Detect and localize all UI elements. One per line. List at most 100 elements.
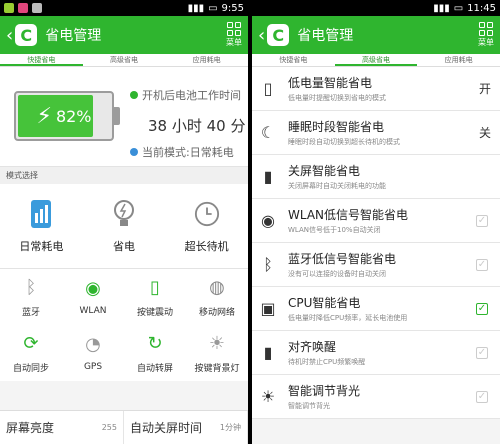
- mode-save-label: 省电: [113, 240, 135, 253]
- timeout-label: 自动关屏时间: [130, 421, 203, 435]
- toggle-auto-sync[interactable]: ⟳ 自动同步: [0, 325, 62, 381]
- title-bar: ‹ C 省电管理 菜单: [252, 16, 500, 54]
- tab-quick[interactable]: 快捷省电: [252, 54, 335, 66]
- list-item-cpu[interactable]: ▣ CPU智能省电 低电量时降低CPU频率，延长电池使用 ✓: [252, 287, 500, 331]
- brightness-setting[interactable]: 屏幕亮度 255: [0, 411, 124, 444]
- moon-screen-icon: ☾: [260, 123, 276, 142]
- back-button[interactable]: ‹: [6, 25, 13, 46]
- app-logo: C: [15, 24, 38, 46]
- state-value: 开: [478, 82, 491, 96]
- phone-icon: ▮: [263, 167, 273, 186]
- charging-bolt-icon: ⚡: [36, 103, 52, 129]
- rotate-icon: ↻: [147, 332, 163, 354]
- screen-timeout-setting[interactable]: 自动关屏时间 1分钟: [124, 411, 248, 444]
- menu-button[interactable]: 菜单: [226, 22, 242, 48]
- menu-label: 菜单: [226, 38, 242, 47]
- page-title: 省电管理: [45, 28, 102, 44]
- advanced-list: ▯ 低电量智能省电 低电量时提醒切换到省电的模式 开 ☾ 睡眠时段智能省电 睡眠时段…: [252, 67, 500, 419]
- mode-selector: 日常耗电 省电 超长待机: [0, 184, 248, 269]
- app-notification-icon: [4, 3, 14, 13]
- app-logo: C: [267, 24, 290, 46]
- wifi-icon: ◉: [261, 211, 275, 230]
- bottom-settings: 屏幕亮度 255 自动关屏时间 1分钟: [0, 410, 248, 444]
- list-item-sleep[interactable]: ☾ 睡眠时段智能省电 睡眠时段自动切换到超长待机的模式 关: [252, 111, 500, 155]
- sun-icon: ☀: [260, 387, 276, 406]
- clock: 11:45: [467, 2, 496, 14]
- list-item-screen-off[interactable]: ▮ 关屏智能省电 关闭屏幕时自动关闭耗电的功能: [252, 155, 500, 199]
- left-screen: ▮▮▮ ▭ 9:55 ‹ C 省电管理 菜单 快捷省电 高级省电 应用耗电 ⚡ …: [0, 0, 248, 444]
- battery-gauge: ⚡ 82%: [14, 91, 114, 141]
- checkbox[interactable]: ✓: [476, 390, 488, 403]
- vibrate-icon: ▯: [150, 276, 160, 298]
- tab-app-usage[interactable]: 应用耗电: [165, 54, 248, 66]
- brightness-label: 屏幕亮度: [6, 421, 55, 435]
- toggle-grid: ᛒ 蓝牙 ◉ WLAN ▯ 按键震动 ◍ 移动网络 ⟳ 自动同步 ◔ GPS ↻ 自动转屏 ☀…: [0, 269, 248, 381]
- current-mode-label: 当前模式:日常耗电: [142, 146, 234, 159]
- state-value: 关: [478, 126, 491, 140]
- tab-advanced[interactable]: 高级省电: [334, 54, 418, 66]
- brightness-value: 255: [101, 423, 117, 432]
- battery-panel: ⚡ 82% 开机后电池工作时间 38 小时 40 分 当前模式:日常耗电: [0, 67, 248, 167]
- checkbox[interactable]: ✓: [476, 346, 488, 359]
- status-bar: ▮▮▮ ▭ 11:45: [252, 0, 500, 16]
- list-item-bluetooth[interactable]: ᛒ 蓝牙低信号智能省电 没有可以连接的设备时自动关闭 ✓: [252, 243, 500, 287]
- tab-quick[interactable]: 快捷省电: [0, 54, 83, 66]
- title-bar: ‹ C 省电管理 菜单: [0, 16, 248, 54]
- sun-icon: ☀: [208, 332, 226, 354]
- list-item-wlan[interactable]: ◉ WLAN低信号智能省电 WLAN信号低于10%自动关闭 ✓: [252, 199, 500, 243]
- battery-duration: 38 小时 40 分: [148, 117, 246, 135]
- status-bar: ▮▮▮ ▭ 9:55: [0, 0, 248, 16]
- mode-daily-label: 日常耗电: [19, 240, 64, 253]
- menu-button[interactable]: 菜单: [478, 22, 494, 48]
- toggle-auto-rotate[interactable]: ↻ 自动转屏: [124, 325, 186, 381]
- battery-status-icon: ▭: [453, 2, 464, 14]
- toggle-key-backlight[interactable]: ☀ 按键背景灯: [186, 325, 248, 381]
- mode-section-title: 模式选择: [0, 167, 248, 184]
- check-dot-icon: [130, 148, 138, 156]
- bluetooth-icon: ᛒ: [263, 255, 273, 274]
- battery-work-time-label: 开机后电池工作时间: [142, 89, 241, 102]
- gps-icon: ◔: [85, 334, 101, 355]
- list-item-align-wakeup[interactable]: ▮ 对齐唤醒 待机时禁止CPU频繁唤醒 ✓: [252, 331, 500, 375]
- timeout-value: 1分钟: [219, 423, 241, 432]
- list-item-low-battery[interactable]: ▯ 低电量智能省电 低电量时提醒切换到省电的模式 开: [252, 67, 500, 111]
- info-dot-icon: [130, 91, 138, 99]
- phone-icon: ▮: [263, 343, 273, 362]
- tab-bar: 快捷省电 高级省电 应用耗电: [0, 54, 248, 67]
- mode-save[interactable]: 省电: [83, 184, 166, 268]
- checkbox[interactable]: ✓: [476, 214, 488, 227]
- signal-icon: ▮▮▮: [187, 2, 205, 14]
- menu-icon: [227, 22, 241, 36]
- right-screen: ▮▮▮ ▭ 11:45 ‹ C 省电管理 菜单 快捷省电 高级省电 应用耗电 ▯…: [252, 0, 500, 444]
- bulb-icon: [111, 198, 137, 230]
- clock-icon: [194, 198, 220, 230]
- checkbox[interactable]: ✓: [476, 258, 488, 271]
- menu-icon: [479, 22, 493, 36]
- tab-app-usage[interactable]: 应用耗电: [417, 54, 500, 66]
- battery-icon: ▯: [263, 79, 273, 98]
- toggle-vibrate[interactable]: ▯ 按键震动: [124, 269, 186, 325]
- phone-battery-icon: [28, 198, 54, 230]
- cpu-icon: ▣: [260, 299, 276, 318]
- wifi-icon: ◉: [85, 278, 101, 299]
- battery-cap: [114, 107, 120, 125]
- list-item-backlight[interactable]: ☀ 智能调节背光 智能调节背光 ✓: [252, 375, 500, 419]
- app-notification-icon: [32, 3, 42, 13]
- toggle-gps[interactable]: ◔ GPS: [62, 325, 124, 381]
- sync-icon: ⟳: [23, 332, 39, 354]
- tab-bar: 快捷省电 高级省电 应用耗电: [252, 54, 500, 67]
- tab-advanced[interactable]: 高级省电: [83, 54, 166, 66]
- mode-long-standby-label: 超长待机: [184, 240, 229, 253]
- toggle-mobile-data[interactable]: ◍ 移动网络: [186, 269, 248, 325]
- globe-icon: ◍: [209, 276, 225, 298]
- clock: 9:55: [221, 2, 244, 14]
- mode-daily[interactable]: 日常耗电: [0, 184, 83, 268]
- toggle-bluetooth[interactable]: ᛒ 蓝牙: [0, 269, 62, 325]
- battery-percent: 82%: [55, 106, 92, 126]
- toggle-wlan[interactable]: ◉ WLAN: [62, 269, 124, 325]
- battery-status-icon: ▭: [208, 2, 218, 14]
- bluetooth-icon: ᛒ: [25, 276, 37, 298]
- back-button[interactable]: ‹: [258, 25, 265, 46]
- mode-long-standby[interactable]: 超长待机: [165, 184, 248, 268]
- checkbox-checked[interactable]: ✓: [476, 302, 488, 315]
